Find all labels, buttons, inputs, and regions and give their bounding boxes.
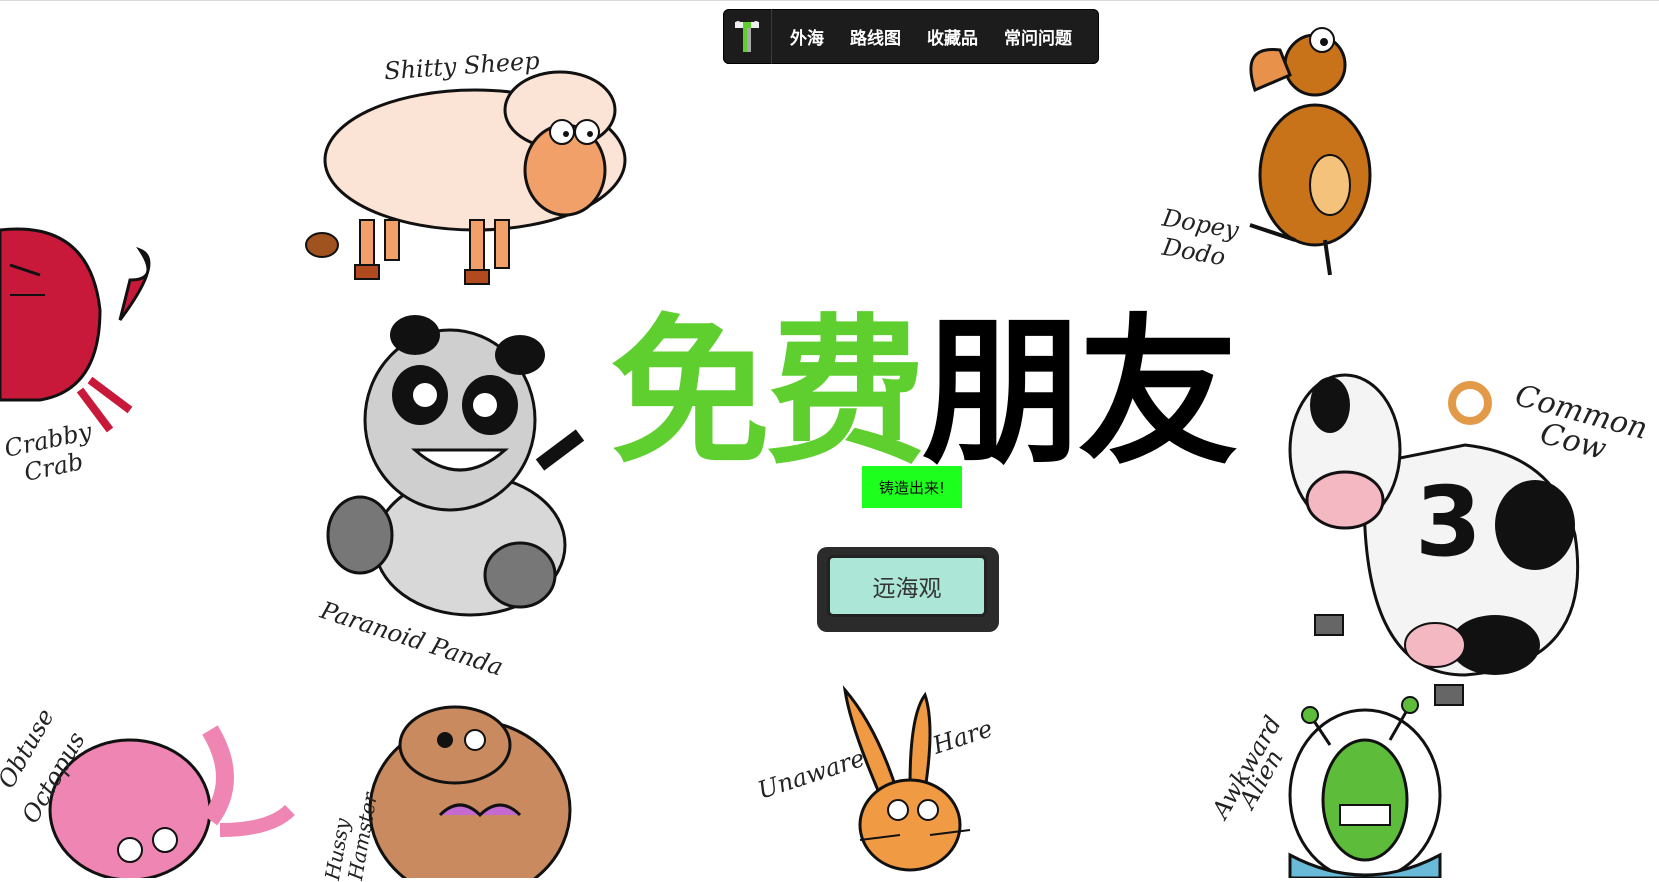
- nav-link-collection[interactable]: 收藏品: [927, 24, 978, 49]
- page-top-border: [0, 0, 1659, 1]
- nav-link-faq[interactable]: 常问问题: [1004, 24, 1072, 49]
- cow-number: 3: [1415, 466, 1482, 578]
- crab-illustration: [0, 227, 151, 433]
- nav-link-waihai[interactable]: 外海: [790, 24, 824, 49]
- hare-illustration: [842, 685, 971, 872]
- logo-icon[interactable]: [723, 9, 772, 64]
- dodo-illustration: [1249, 27, 1372, 276]
- hamster-illustration: [368, 705, 572, 878]
- hero-title: 免费朋友: [610, 308, 1238, 478]
- hero-title-black: 朋友: [922, 299, 1238, 486]
- sheep-illustration: [305, 70, 627, 285]
- top-navigation: 外海 路线图 收藏品 常问问题: [723, 9, 1099, 64]
- hero-title-green: 免费: [610, 299, 926, 486]
- cta-shadow: 远海观: [817, 547, 999, 632]
- panda-illustration: [326, 315, 585, 617]
- alien-illustration: [1288, 696, 1442, 878]
- mint-badge: 铸造出来!: [862, 466, 962, 508]
- cta-button[interactable]: 远海观: [827, 555, 987, 617]
- nav-link-roadmap[interactable]: 路线图: [850, 24, 901, 49]
